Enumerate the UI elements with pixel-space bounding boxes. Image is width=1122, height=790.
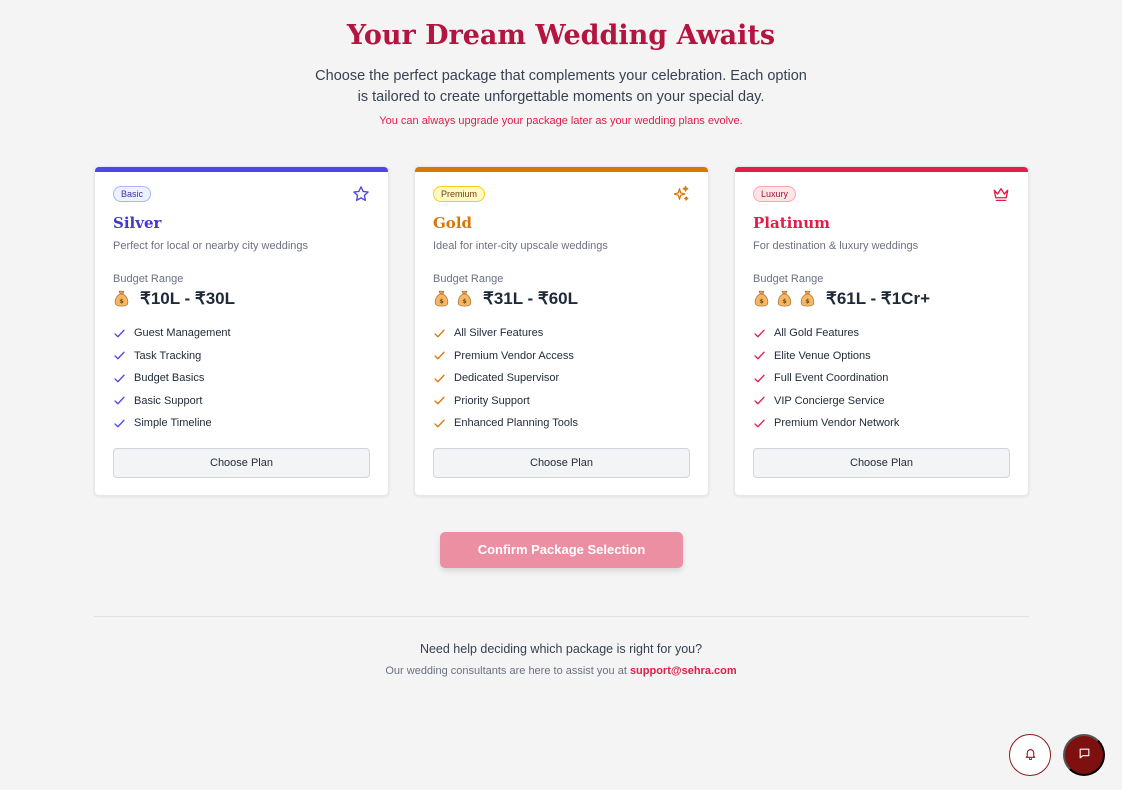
money-bag-icon: $ (799, 290, 816, 308)
package-badge: Luxury (753, 186, 797, 202)
money-bag-icon: $ (456, 290, 473, 308)
check-icon (753, 417, 766, 430)
choose-plan-button[interactable]: Choose Plan (753, 448, 1010, 478)
crown-icon (992, 185, 1010, 203)
feature-item: Full Event Coordination (753, 367, 899, 390)
package-description: For destination & luxury weddings (753, 240, 919, 252)
budget-label: Budget Range (113, 273, 184, 285)
feature-item: All Silver Features (433, 322, 578, 345)
check-icon (433, 394, 446, 407)
feature-item: Task Tracking (113, 345, 231, 368)
feature-list: Guest Management Task Tracking Budget Ba… (113, 322, 231, 435)
feature-item: Budget Basics (113, 367, 231, 390)
money-bag-icon: $ (753, 290, 770, 308)
feature-item: Premium Vendor Network (753, 412, 899, 435)
feature-item: Elite Venue Options (753, 345, 899, 368)
feature-list: All Gold Features Elite Venue Options Fu… (753, 322, 899, 435)
package-card-platinum: Luxury Platinum For destination & luxury… (734, 166, 1029, 496)
svg-text:$: $ (805, 297, 810, 305)
svg-text:$: $ (462, 297, 467, 305)
check-icon (753, 349, 766, 362)
help-question: Need help deciding which package is righ… (419, 642, 703, 656)
budget-label: Budget Range (433, 273, 504, 285)
svg-text:$: $ (782, 297, 787, 305)
feature-item: Guest Management (113, 322, 231, 345)
chat-button[interactable] (1063, 734, 1105, 776)
choose-plan-button[interactable]: Choose Plan (113, 448, 370, 478)
package-name: Platinum (753, 214, 831, 232)
svg-text:$: $ (119, 297, 124, 305)
feature-item: Priority Support (433, 390, 578, 413)
card-accent-bar (95, 167, 388, 172)
feature-item: All Gold Features (753, 322, 899, 345)
budget-range: $ ₹10L - ₹30L (113, 288, 235, 310)
feature-item: Simple Timeline (113, 412, 231, 435)
help-answer-text: Our wedding consultants are here to assi… (385, 665, 630, 677)
money-bag-icon: $ (113, 290, 130, 308)
choose-plan-button[interactable]: Choose Plan (433, 448, 690, 478)
budget-value: ₹10L - ₹30L (140, 289, 236, 308)
feature-item: Premium Vendor Access (433, 345, 578, 368)
bell-icon (1024, 747, 1037, 763)
package-card-gold: Premium Gold Ideal for inter-city upscal… (414, 166, 709, 496)
package-name: Silver (113, 214, 162, 232)
notification-button[interactable] (1009, 734, 1051, 776)
check-icon (113, 349, 126, 362)
check-icon (753, 327, 766, 340)
package-description: Perfect for local or nearby city wedding… (113, 240, 309, 252)
feature-list: All Silver Features Premium Vendor Acces… (433, 322, 578, 435)
chat-icon (1078, 747, 1091, 763)
check-icon (113, 394, 126, 407)
svg-text:$: $ (439, 297, 444, 305)
package-badge: Premium (433, 186, 486, 202)
check-icon (113, 327, 126, 340)
budget-range: $ $ ₹31L - ₹60L (433, 288, 578, 310)
money-bag-icon: $ (776, 290, 793, 308)
package-badge: Basic (113, 186, 152, 202)
budget-range: $ $ $ ₹61L - ₹1Cr+ (753, 288, 930, 310)
feature-item: Basic Support (113, 390, 231, 413)
support-email-link[interactable]: support@sehra.com (630, 665, 737, 677)
package-card-silver: Basic Silver Perfect for local or nearby… (94, 166, 389, 496)
check-icon (113, 417, 126, 430)
check-icon (433, 417, 446, 430)
confirm-package-button[interactable]: Confirm Package Selection (440, 532, 683, 568)
check-icon (753, 394, 766, 407)
budget-label: Budget Range (753, 273, 824, 285)
money-bag-icon: $ (433, 290, 450, 308)
check-icon (433, 349, 446, 362)
feature-item: Enhanced Planning Tools (433, 412, 578, 435)
svg-text:$: $ (759, 297, 764, 305)
budget-value: ₹61L - ₹1Cr+ (826, 289, 931, 308)
package-name: Gold (433, 214, 473, 232)
upgrade-note: You can always upgrade your package late… (379, 115, 743, 127)
divider (94, 616, 1029, 617)
page-title: Your Dream Wedding Awaits (346, 20, 776, 51)
card-accent-bar (415, 167, 708, 172)
check-icon (433, 372, 446, 385)
sparkles-icon (672, 185, 690, 203)
package-description: Ideal for inter-city upscale weddings (433, 240, 608, 252)
budget-value: ₹31L - ₹60L (483, 289, 579, 308)
help-answer: Our wedding consultants are here to assi… (0, 665, 1122, 677)
check-icon (433, 327, 446, 340)
check-icon (753, 372, 766, 385)
star-icon (352, 185, 370, 203)
card-accent-bar (735, 167, 1028, 172)
page-subtitle: Choose the perfect package that compleme… (315, 68, 807, 105)
feature-item: Dedicated Supervisor (433, 367, 578, 390)
check-icon (113, 372, 126, 385)
feature-item: VIP Concierge Service (753, 390, 899, 413)
